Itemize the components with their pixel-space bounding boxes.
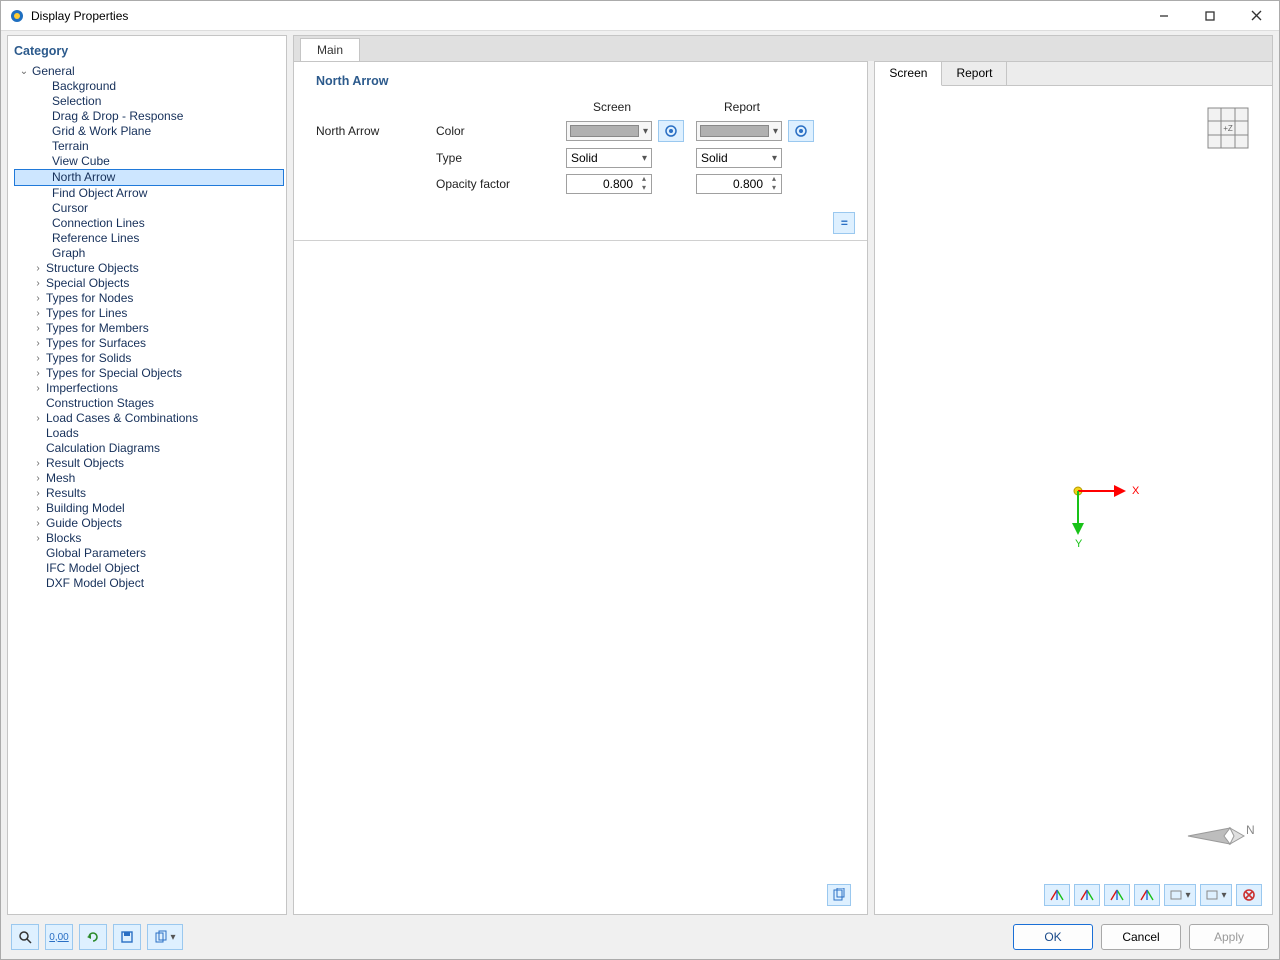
main-tabbar: Main: [293, 35, 1273, 61]
type-screen-select[interactable]: Solid▾: [566, 148, 652, 168]
field-type-label: Type: [436, 151, 566, 165]
field-opacity-label: Opacity factor: [436, 177, 566, 191]
view-iso-button[interactable]: ▾: [1164, 884, 1196, 906]
tree-item[interactable]: North Arrow: [14, 169, 284, 186]
svg-text:+Z: +Z: [1223, 124, 1233, 133]
copy-menu-icon[interactable]: ▾: [147, 924, 183, 950]
reset-view-button[interactable]: [1236, 884, 1262, 906]
tree-item[interactable]: Find Object Arrow: [14, 186, 284, 201]
tree-item[interactable]: Drag & Drop - Response: [14, 109, 284, 124]
tree-item[interactable]: ›Types for Members: [14, 321, 284, 336]
tree-item[interactable]: Graph: [14, 246, 284, 261]
view-+z-button[interactable]: [1134, 884, 1160, 906]
field-color-label: Color: [436, 124, 566, 138]
save-icon[interactable]: [113, 924, 141, 950]
section-title: North Arrow: [316, 74, 851, 88]
category-header: Category: [12, 40, 284, 64]
tab-main[interactable]: Main: [300, 38, 360, 62]
column-screen: Screen: [566, 100, 658, 114]
tree-item[interactable]: ›Special Objects: [14, 276, 284, 291]
tree-item[interactable]: IFC Model Object: [14, 561, 284, 576]
units-icon[interactable]: 0,00: [45, 924, 73, 950]
cancel-button[interactable]: Cancel: [1101, 924, 1181, 950]
window-title: Display Properties: [31, 9, 128, 23]
tree-item[interactable]: View Cube: [14, 154, 284, 169]
category-tree-pane: Category ⌄GeneralBackgroundSelectionDrag…: [7, 35, 287, 915]
tree-item[interactable]: ›Mesh: [14, 471, 284, 486]
opacity-screen-spinner[interactable]: ▴▾: [566, 174, 652, 194]
dialog-window: Display Properties Category ⌄GeneralBack…: [0, 0, 1280, 960]
tree-item[interactable]: Cursor: [14, 201, 284, 216]
copy-settings-button[interactable]: [827, 884, 851, 906]
tree-item[interactable]: ›Structure Objects: [14, 261, 284, 276]
tree-item[interactable]: ›Types for Surfaces: [14, 336, 284, 351]
preview-pane: Screen Report +Z: [874, 61, 1273, 915]
maximize-button[interactable]: [1187, 1, 1233, 31]
tree-item[interactable]: Global Parameters: [14, 546, 284, 561]
view-box-button[interactable]: ▾: [1200, 884, 1232, 906]
tree-item[interactable]: Calculation Diagrams: [14, 441, 284, 456]
tree-item-general[interactable]: ⌄General: [14, 64, 284, 79]
close-button[interactable]: [1233, 1, 1279, 31]
svg-text:X: X: [1132, 485, 1140, 497]
color-report-picker[interactable]: [788, 120, 814, 142]
preview-toolbar: ▾▾: [1044, 884, 1262, 906]
view--x-button[interactable]: [1044, 884, 1070, 906]
svg-text:N: N: [1246, 823, 1254, 837]
titlebar: Display Properties: [1, 1, 1279, 31]
color-report-dropdown[interactable]: ▾: [696, 121, 782, 141]
properties-form: North Arrow Screen Report North Arrow Co…: [293, 61, 868, 915]
preview-tab-screen[interactable]: Screen: [875, 62, 942, 86]
color-screen-picker[interactable]: [658, 120, 684, 142]
tree-item[interactable]: Selection: [14, 94, 284, 109]
divider: [294, 240, 867, 241]
north-arrow-icon: N: [1184, 816, 1254, 856]
tree-item[interactable]: ›Results: [14, 486, 284, 501]
view--y-button[interactable]: [1074, 884, 1100, 906]
preview-tab-report[interactable]: Report: [942, 62, 1007, 85]
app-icon: [9, 8, 25, 24]
tree-item[interactable]: ›Building Model: [14, 501, 284, 516]
sync-columns-button[interactable]: =: [833, 212, 855, 234]
tree-item[interactable]: ›Blocks: [14, 531, 284, 546]
axis-gizmo: X Y: [1058, 471, 1148, 561]
dialog-footer: 0,00 ▾ OK Cancel Apply: [1, 915, 1279, 959]
tree-item[interactable]: ›Types for Lines: [14, 306, 284, 321]
tree-item[interactable]: ›Imperfections: [14, 381, 284, 396]
tree-item[interactable]: Terrain: [14, 139, 284, 154]
tree-item[interactable]: Background: [14, 79, 284, 94]
tree-item[interactable]: ›Types for Special Objects: [14, 366, 284, 381]
tree-item[interactable]: ›Result Objects: [14, 456, 284, 471]
tree-item[interactable]: Loads: [14, 426, 284, 441]
view-cube[interactable]: +Z: [1202, 102, 1254, 154]
tree-item[interactable]: ›Guide Objects: [14, 516, 284, 531]
type-report-select[interactable]: Solid▾: [696, 148, 782, 168]
svg-text:Y: Y: [1075, 538, 1083, 550]
apply-button[interactable]: Apply: [1189, 924, 1269, 950]
ok-button[interactable]: OK: [1013, 924, 1093, 950]
view--z-button[interactable]: [1104, 884, 1130, 906]
tree-item[interactable]: ›Types for Nodes: [14, 291, 284, 306]
tree-item[interactable]: Construction Stages: [14, 396, 284, 411]
tree-item[interactable]: ›Types for Solids: [14, 351, 284, 366]
row-label: North Arrow: [316, 124, 436, 138]
tree-item[interactable]: DXF Model Object: [14, 576, 284, 591]
minimize-button[interactable]: [1141, 1, 1187, 31]
search-icon[interactable]: [11, 924, 39, 950]
column-report: Report: [696, 100, 788, 114]
reset-icon[interactable]: [79, 924, 107, 950]
tree-item[interactable]: Grid & Work Plane: [14, 124, 284, 139]
tree-item[interactable]: Reference Lines: [14, 231, 284, 246]
color-screen-dropdown[interactable]: ▾: [566, 121, 652, 141]
opacity-report-spinner[interactable]: ▴▾: [696, 174, 782, 194]
tree-item[interactable]: ›Load Cases & Combinations: [14, 411, 284, 426]
tree-item[interactable]: Connection Lines: [14, 216, 284, 231]
